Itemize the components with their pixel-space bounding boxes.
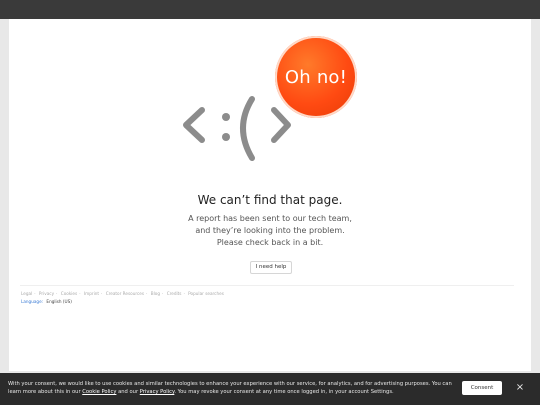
footer-link-cookies[interactable]: Cookies — [61, 291, 77, 296]
consent-text-part-3: . You may revoke your consent at any tim… — [174, 389, 394, 395]
footer-link-blog[interactable]: Blog — [151, 291, 160, 296]
language-value[interactable]: English (US) — [46, 299, 71, 304]
error-message: A report has been sent to our tech team,… — [0, 213, 540, 249]
footer-links: Legal · Privacy · Cookies · Imprint · Creato… — [21, 291, 224, 296]
need-help-button[interactable]: I need help — [250, 261, 292, 274]
close-icon[interactable]: × — [513, 381, 527, 395]
error-message-line-1: A report has been sent to our tech team, — [188, 214, 352, 223]
cookie-consent-text: With your consent, we would like to use … — [8, 380, 458, 396]
footer-divider — [20, 285, 514, 286]
consent-text-part-2: and our — [116, 389, 140, 395]
top-bar — [0, 0, 540, 19]
sad-face-code-icon — [182, 94, 294, 162]
language-selector[interactable]: Language: English (US) — [21, 299, 72, 304]
oh-no-badge: Oh no! — [275, 36, 357, 118]
footer-link-privacy[interactable]: Privacy — [39, 291, 54, 296]
footer-link-imprint[interactable]: Imprint — [84, 291, 99, 296]
cookie-policy-link[interactable]: Cookie Policy — [82, 389, 116, 395]
footer-link-creator-resources[interactable]: Creator Resources — [106, 291, 144, 296]
language-label: Language: — [21, 299, 44, 304]
cookie-consent-bar: With your consent, we would like to use … — [0, 373, 540, 405]
oh-no-text: Oh no! — [284, 66, 348, 88]
footer-link-legal[interactable]: Legal — [21, 291, 32, 296]
error-title: We can’t find that page. — [197, 193, 343, 207]
consent-button[interactable]: Consent — [462, 381, 502, 395]
footer-link-credits[interactable]: Credits — [167, 291, 182, 296]
footer-link-popular-searches[interactable]: Popular searches — [188, 291, 224, 296]
privacy-policy-link[interactable]: Privacy Policy — [140, 389, 175, 395]
error-message-line-2: and they’re looking into the problem. — [195, 226, 345, 235]
error-message-line-3: Please check back in a bit. — [216, 238, 324, 247]
